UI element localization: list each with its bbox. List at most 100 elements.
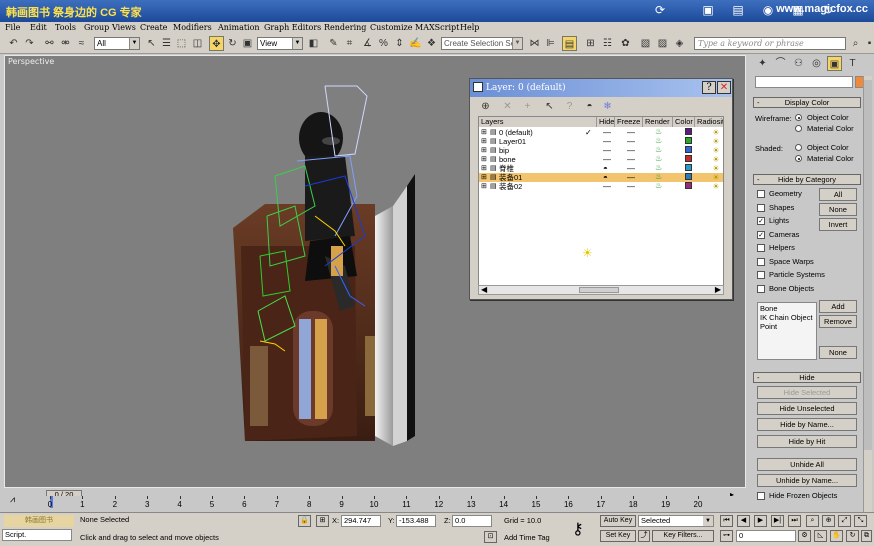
col-render[interactable]: Render — [643, 117, 673, 127]
filter-item-bone[interactable]: Bone — [760, 304, 814, 313]
hide-toggle-icon[interactable]: — — [603, 155, 611, 164]
named-selection-sets-field[interactable]: Create Selection Set ▼ — [441, 37, 523, 50]
select-rotate-icon[interactable]: ↻ — [225, 36, 240, 51]
col-hide[interactable]: Hide — [597, 117, 615, 127]
layer-color-swatch[interactable] — [685, 173, 692, 180]
shaded-material-color-radio[interactable] — [795, 155, 802, 162]
render-teapot-icon[interactable]: ♨ — [655, 182, 664, 190]
command-panel-scrollbar[interactable] — [863, 76, 872, 513]
layer-dialog[interactable]: Layer: 0 (default) ? ✕ ⊕ ✕ + ↖ ? ◓ ❄ Lay… — [469, 78, 733, 300]
hide-by-name-button[interactable]: Hide by Name... — [757, 418, 857, 431]
category-checkbox[interactable]: ✓ — [757, 230, 765, 239]
key-mode-icon[interactable]: ⊶ — [720, 530, 733, 542]
pan-icon[interactable]: ✋ — [830, 530, 843, 542]
layer-list[interactable]: Layers Hide Freeze Render Color Radiosit… — [478, 116, 724, 289]
layer-list-hscroll[interactable]: ◀ ▶ — [478, 285, 724, 295]
layer-row[interactable]: ⊞ ▤ 装备01 ◓ — ♨ ☀ — [479, 173, 723, 182]
percent-snap-icon[interactable]: % — [376, 36, 391, 51]
menu-views[interactable]: Views — [112, 23, 136, 32]
render-teapot-icon[interactable]: ♨ — [655, 146, 664, 154]
render-teapot-icon[interactable]: ♨ — [655, 155, 664, 163]
highlight-icon[interactable]: ? — [562, 99, 577, 114]
expand-icon[interactable]: ⊞ — [481, 164, 487, 173]
menu-create[interactable]: Create — [140, 23, 167, 32]
manipulate-icon[interactable]: ✎ — [326, 36, 341, 51]
category-checkbox[interactable] — [757, 190, 765, 198]
scroll-thumb[interactable] — [864, 80, 872, 450]
default-tangent-icon[interactable]: ⤴ — [638, 530, 650, 542]
rect-selection-icon[interactable]: ⬚ — [174, 36, 189, 51]
key-set-dropdown[interactable]: Selected ▼ — [638, 515, 714, 527]
filter-item-ik-chain[interactable]: IK Chain Object — [760, 313, 814, 322]
freeze-toggle-icon[interactable]: — — [627, 182, 635, 191]
save-icon[interactable]: ▤ — [730, 3, 746, 18]
info-icon[interactable]: ▪ — [862, 36, 874, 51]
material-editor-icon[interactable]: ✿ — [618, 36, 633, 51]
orbit-icon[interactable]: ↻ — [846, 530, 859, 542]
add-to-layer-icon[interactable]: + — [520, 99, 535, 114]
layer-row[interactable]: ⊞ ▤ 装备02 — — ♨ ☀ — [479, 182, 723, 192]
lock-icon[interactable]: 🔒 — [298, 515, 311, 527]
select-move-icon[interactable]: ✥ — [209, 36, 224, 51]
named-selection-icon[interactable]: ❖ — [424, 36, 439, 51]
menu-help[interactable]: Help — [460, 23, 479, 32]
radiosity-icon[interactable]: ☀ — [711, 182, 721, 191]
render-teapot-icon[interactable]: ♨ — [655, 128, 664, 136]
menu-maxscript[interactable]: MAXScript — [415, 23, 459, 32]
menu-tools[interactable]: Tools — [55, 23, 76, 32]
col-radiosity[interactable]: Radiosit — [695, 117, 723, 127]
auto-key-button[interactable]: Auto Key — [600, 515, 636, 527]
maxscript-listener-field[interactable]: Script. — [2, 529, 72, 541]
hide-all-icon[interactable]: ◓ — [582, 99, 597, 114]
y-coordinate-field[interactable]: -153.488 — [396, 515, 436, 527]
wireframe-object-color-radio[interactable] — [795, 114, 802, 121]
layer-name[interactable]: 装备02 — [499, 182, 522, 191]
radiosity-icon[interactable]: ☀ — [711, 128, 721, 137]
display-color-rollout[interactable]: - Display Color — [753, 97, 861, 108]
modify-tab-icon[interactable]: ⌒ — [773, 56, 788, 71]
select-scale-icon[interactable]: ▣ — [240, 36, 255, 51]
current-frame-field[interactable]: 0 — [736, 530, 796, 542]
freeze-toggle-icon[interactable]: — — [627, 155, 635, 164]
layer-row[interactable]: ⊞ ▤ bip — — ♨ ☀ — [479, 146, 723, 156]
radiosity-icon[interactable]: ☀ — [711, 137, 721, 146]
create-layer-icon[interactable]: ⊕ — [478, 99, 493, 114]
field-of-view-icon[interactable]: ◺ — [814, 530, 827, 542]
filter-none-button[interactable]: None — [819, 346, 857, 359]
menu-edit[interactable]: Edit — [30, 23, 47, 32]
layer-name[interactable]: bone — [499, 155, 516, 164]
freeze-all-icon[interactable]: ❄ — [600, 99, 615, 114]
expand-icon[interactable]: ⊞ — [481, 173, 487, 182]
link-icon[interactable]: ⚯ — [42, 36, 57, 51]
layer-color-swatch[interactable] — [685, 128, 692, 135]
none-button[interactable]: None — [819, 203, 857, 216]
radiosity-icon[interactable]: ☀ — [711, 164, 721, 173]
layer-name[interactable]: Layer01 — [499, 137, 526, 146]
hide-by-category-rollout[interactable]: - Hide by Category — [753, 174, 861, 185]
col-layers[interactable]: Layers — [479, 117, 597, 127]
mini-curve-editor-icon[interactable]: ⩘ — [10, 494, 15, 505]
layer-color-swatch[interactable] — [685, 146, 692, 153]
layer-row[interactable]: ⊞ ▤ 0 (default) ✓ — — ♨ ☀ — [479, 128, 723, 138]
zoom-extents-all-icon[interactable]: ⤡ — [854, 515, 867, 527]
menu-file[interactable]: File — [5, 23, 20, 32]
select-object-icon[interactable]: ↖ — [144, 36, 159, 51]
filter-item-point[interactable]: Point — [760, 322, 814, 331]
layer-color-swatch[interactable] — [685, 137, 692, 144]
layer-color-swatch[interactable] — [685, 182, 692, 189]
align-icon[interactable]: ⊫ — [543, 36, 558, 51]
col-freeze[interactable]: Freeze — [615, 117, 643, 127]
key-icon[interactable]: ⚷ — [572, 519, 584, 539]
scroll-left-icon[interactable]: ◀ — [481, 285, 487, 294]
window-crossing-icon[interactable]: ◫ — [190, 36, 205, 51]
radiosity-icon[interactable]: ☀ — [711, 155, 721, 164]
hide-rollout[interactable]: - Hide — [753, 372, 861, 383]
z-coordinate-field[interactable]: 0.0 — [452, 515, 492, 527]
add-button[interactable]: Add — [819, 300, 857, 313]
category-checkbox[interactable] — [757, 244, 765, 252]
absolute-mode-icon[interactable]: ⊞ — [316, 515, 329, 527]
hide-by-hit-button[interactable]: Hide by Hit — [757, 435, 857, 448]
camera-icon[interactable]: ◉ — [760, 3, 776, 18]
freeze-toggle-icon[interactable]: — — [627, 164, 635, 173]
hide-unselected-button[interactable]: Hide Unselected — [757, 402, 857, 415]
